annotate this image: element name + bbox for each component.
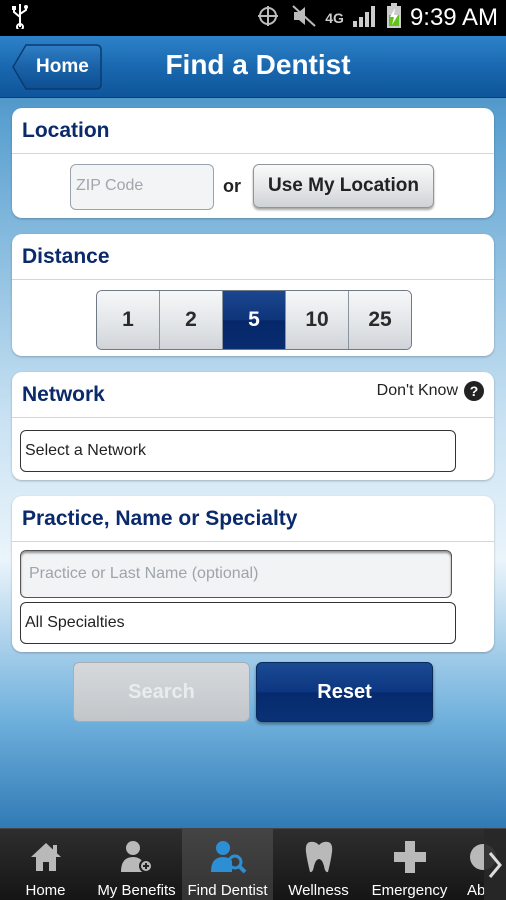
tab-scroll-right-arrow-icon[interactable] — [484, 829, 506, 900]
distance-option-10[interactable]: 10 — [286, 291, 349, 349]
distance-title: Distance — [22, 244, 110, 268]
tab-wellness-label: Wellness — [288, 882, 349, 899]
tab-find-dentist[interactable]: Find Dentist — [182, 829, 273, 900]
location-icon — [253, 4, 283, 33]
distance-option-2[interactable]: 2 — [160, 291, 223, 349]
distance-card: Distance 1 2 5 10 25 — [12, 234, 494, 356]
tab-find-dentist-label: Find Dentist — [187, 882, 268, 899]
distance-row: 1 2 5 10 25 — [12, 280, 494, 356]
specialty-select[interactable]: All Specialties — [20, 602, 456, 644]
dont-know-link[interactable]: Don't Know ? — [376, 380, 484, 401]
distance-option-25[interactable]: 25 — [349, 291, 411, 349]
location-row: ZIP Code or Use My Location — [12, 154, 494, 218]
use-my-location-button[interactable]: Use My Location — [253, 164, 434, 208]
tab-emergency[interactable]: Emergency — [364, 829, 455, 900]
tab-home[interactable]: Home — [0, 829, 91, 900]
tab-home-label: Home — [25, 882, 66, 899]
mute-icon — [291, 4, 317, 33]
distance-option-5[interactable]: 5 — [223, 291, 286, 349]
tab-my-benefits[interactable]: My Benefits — [91, 829, 182, 900]
usb-icon — [10, 3, 30, 34]
distance-header: Distance — [12, 234, 494, 280]
network-header: Network Don't Know ? — [12, 372, 494, 418]
practice-name-input[interactable]: Practice or Last Name (optional) — [20, 550, 452, 598]
distance-option-1[interactable]: 1 — [97, 291, 160, 349]
battery-charging-icon — [386, 2, 402, 34]
tooth-icon — [304, 839, 334, 875]
network-card: Network Don't Know ? Select a Network — [12, 372, 494, 480]
zip-code-input[interactable]: ZIP Code — [70, 164, 214, 210]
location-title: Location — [22, 118, 110, 142]
network-4g-icon: 4G — [325, 10, 344, 26]
practice-header: Practice, Name or Specialty — [12, 496, 494, 542]
help-question-icon[interactable]: ? — [464, 380, 484, 401]
signal-icon — [352, 4, 378, 33]
tab-my-benefits-label: My Benefits — [97, 882, 176, 899]
practice-title: Practice, Name or Specialty — [22, 506, 298, 530]
location-header: Location — [12, 108, 494, 154]
tab-wellness[interactable]: Wellness — [273, 829, 364, 900]
dont-know-label: Don't Know — [376, 381, 458, 399]
title-bar: Home Find a Dentist — [0, 36, 506, 98]
or-label: or — [223, 176, 241, 196]
reset-button[interactable]: Reset — [256, 662, 433, 722]
bottom-tab-bar: Home My Benefits Find Dentist Wellness E… — [0, 828, 506, 900]
tab-emergency-label: Emergency — [371, 882, 448, 899]
find-dentist-icon — [209, 839, 247, 875]
page-title: Find a Dentist — [165, 49, 351, 80]
location-card: Location ZIP Code or Use My Location — [12, 108, 494, 218]
medical-cross-icon — [393, 839, 427, 875]
network-select[interactable]: Select a Network — [20, 430, 456, 472]
network-title: Network — [22, 382, 105, 406]
my-benefits-icon — [119, 839, 155, 875]
status-time: 9:39 AM — [409, 4, 498, 31]
distance-segmented-control: 1 2 5 10 25 — [96, 290, 412, 350]
home-icon — [29, 839, 63, 875]
practice-card: Practice, Name or Specialty Practice or … — [12, 496, 494, 652]
status-bar: 4G 9:39 AM — [0, 0, 506, 36]
search-button[interactable]: Search — [73, 662, 250, 722]
